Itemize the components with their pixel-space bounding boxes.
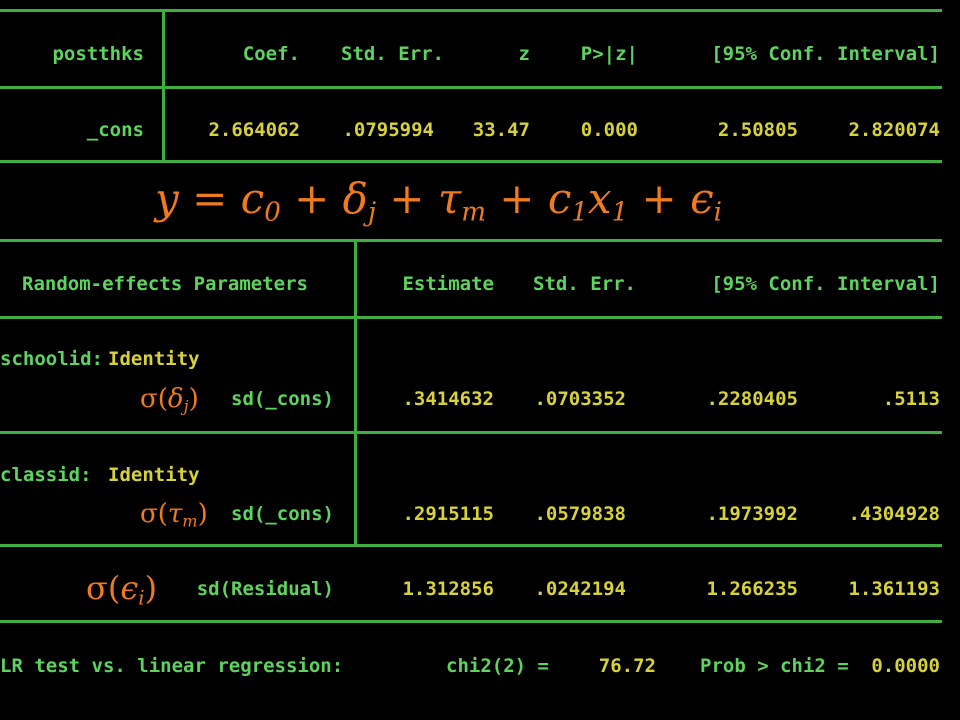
random-top-rule — [0, 239, 942, 242]
annot-sigma-tau-m: σ(τm) — [140, 499, 208, 531]
eq-c0: c0 — [240, 174, 281, 228]
eq-plus-4: + — [641, 174, 677, 223]
model-equation: y = c0 + δj + τm + c1x1 + ϵi — [155, 178, 722, 226]
header-random-conf-interval: [95% Conf. Interval] — [711, 273, 940, 295]
eq-epsilon-i: ϵi — [690, 174, 722, 228]
eq-plus-1: + — [294, 174, 330, 223]
eq-tau-m: τm — [437, 174, 486, 228]
eq-c1-x1: c1x1 — [547, 174, 629, 228]
school-ci-high: .5113 — [882, 388, 940, 410]
eq-delta-j: δj — [342, 174, 377, 228]
school-std-err: .0703352 — [534, 388, 626, 410]
class-estimate: .2915115 — [402, 503, 494, 525]
eq-y: y — [155, 174, 179, 223]
school-sd-label: sd(_cons) — [231, 388, 334, 410]
residual-estimate: 1.312856 — [402, 578, 494, 600]
fixed-col-divider — [162, 9, 165, 161]
header-estimate: Estimate — [402, 273, 494, 295]
chi2-value: 76.72 — [598, 655, 656, 677]
class-sd-label: sd(_cons) — [231, 503, 334, 525]
chi2-label: chi2(2) = — [446, 655, 549, 677]
residual-sd-label: sd(Residual) — [196, 578, 334, 600]
annot-sigma-delta-j: σ(δj) — [140, 384, 199, 416]
eq-plus-2: + — [389, 174, 425, 223]
level-classid: classid: — [0, 464, 92, 486]
school-estimate: .3414632 — [402, 388, 494, 410]
annot-sigma-epsilon-i: σ(ϵi) — [86, 569, 158, 610]
cell-z: 33.47 — [472, 119, 530, 141]
eq-plus-3: + — [499, 174, 535, 223]
residual-ci-high: 1.361193 — [848, 578, 940, 600]
fixed-header-rule — [0, 86, 942, 89]
header-dependent-var: postthks — [52, 43, 144, 65]
prob-chi2-value: 0.0000 — [871, 655, 940, 677]
level-schoolid: schoolid: — [0, 348, 103, 370]
header-conf-interval: [95% Conf. Interval] — [711, 43, 940, 65]
header-z: z — [518, 43, 530, 65]
cell-std-err: .0795994 — [342, 119, 434, 141]
header-random-std-err: Std. Err. — [533, 273, 636, 295]
header-std-err: Std. Err. — [341, 43, 444, 65]
class-ci-low: .1973992 — [706, 503, 798, 525]
prob-chi2-label: Prob > chi2 = — [700, 655, 849, 677]
residual-ci-low: 1.266235 — [706, 578, 798, 600]
fixed-bottom-rule — [0, 160, 942, 163]
lr-test-label: LR test vs. linear regression: — [0, 655, 344, 677]
school-ci-low: .2280405 — [706, 388, 798, 410]
level-classid-type: Identity — [108, 464, 200, 486]
class-ci-high: .4304928 — [848, 503, 940, 525]
header-p-value: P>|z| — [580, 43, 638, 65]
residual-std-err: .0242194 — [534, 578, 626, 600]
row-var-cons: _cons — [86, 119, 144, 141]
fixed-top-rule — [0, 9, 942, 12]
class-block-rule — [0, 544, 942, 547]
cell-coef: 2.664062 — [208, 119, 300, 141]
cell-ci-high: 2.820074 — [848, 119, 940, 141]
eq-equals: = — [192, 174, 228, 223]
cell-p-value: 0.000 — [580, 119, 638, 141]
cell-ci-low: 2.50805 — [717, 119, 798, 141]
school-block-rule — [0, 431, 942, 434]
random-header-rule — [0, 316, 942, 319]
header-random-params: Random-effects Parameters — [22, 273, 308, 295]
level-schoolid-type: Identity — [108, 348, 200, 370]
residual-block-rule — [0, 620, 942, 623]
class-std-err: .0579838 — [534, 503, 626, 525]
header-coef: Coef. — [242, 43, 300, 65]
random-col-divider — [354, 239, 357, 545]
